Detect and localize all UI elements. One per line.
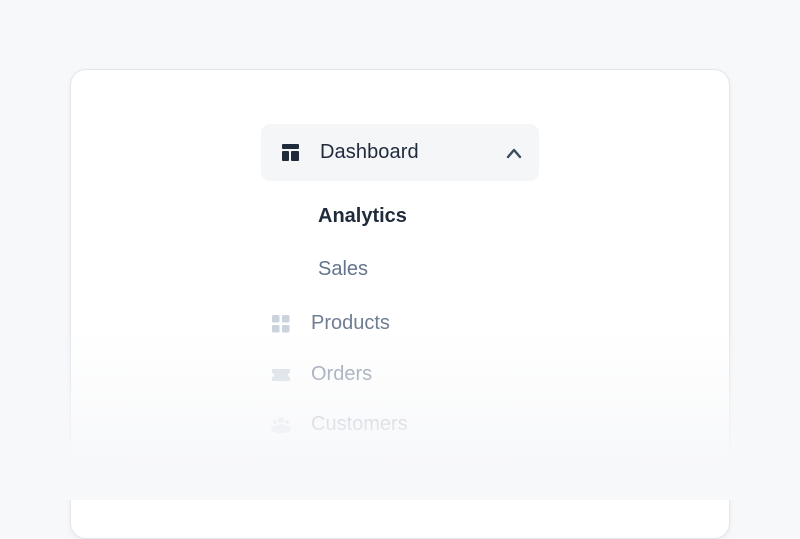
nav-item-dashboard[interactable]: Dashboard bbox=[261, 124, 539, 181]
nav-item-label: Products bbox=[311, 312, 390, 334]
nav-item-products[interactable]: Products bbox=[269, 309, 529, 339]
menu-card: Dashboard Analytics Sales Products Order… bbox=[70, 69, 730, 539]
ticket-icon bbox=[272, 369, 290, 381]
grid-icon bbox=[272, 315, 290, 333]
sub-item-analytics[interactable]: Analytics bbox=[318, 204, 407, 229]
nav-item-customers[interactable]: Customers bbox=[269, 410, 529, 440]
users-icon bbox=[271, 417, 291, 433]
nav-item-orders[interactable]: Orders bbox=[269, 360, 529, 390]
layout-icon bbox=[282, 144, 299, 161]
nav-item-label: Dashboard bbox=[320, 141, 419, 163]
nav-item-label: Orders bbox=[311, 363, 373, 385]
nav-item-label: Customers bbox=[311, 413, 408, 435]
chevron-up-icon[interactable] bbox=[505, 145, 523, 161]
sub-item-sales[interactable]: Sales bbox=[318, 257, 368, 282]
